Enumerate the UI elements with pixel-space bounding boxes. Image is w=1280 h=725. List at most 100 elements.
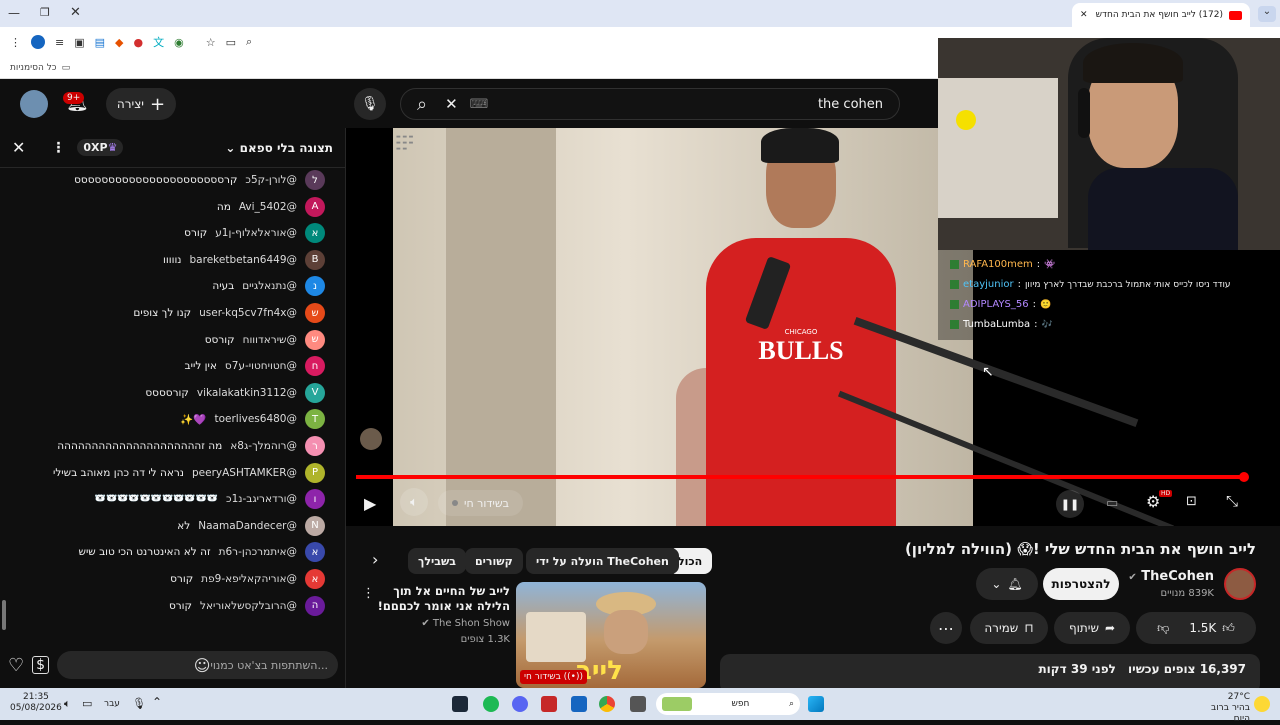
taskbar-search[interactable]: ⌕ חפש xyxy=(656,693,800,715)
chat-author[interactable]: @NaamaDandecer xyxy=(198,520,297,532)
share-button[interactable]: שיתוף ➦ xyxy=(1054,612,1130,644)
chat-message[interactable]: נ @נתנאלגיים בעיה xyxy=(212,276,325,297)
chat-message[interactable]: P @peeryASHTAMKER נראה לי דה כהן מאוהב בשי… xyxy=(53,462,325,483)
live-indicator[interactable]: בשידור חי xyxy=(438,490,523,516)
cast-icon[interactable]: ▭ xyxy=(226,36,236,49)
chat-author[interactable]: @הרובלקסשלאוריאל xyxy=(200,600,297,612)
zoom-icon[interactable]: ⌕ xyxy=(246,35,252,49)
dislike-icon[interactable]: 👎︎ xyxy=(1157,621,1169,636)
chat-author[interactable]: @נתנאלגיים xyxy=(242,280,297,292)
voice-search-button[interactable]: 🎙︎ xyxy=(354,88,386,120)
save-button[interactable]: שמירה ⊓ xyxy=(970,612,1048,644)
windows-start-icon[interactable] xyxy=(808,696,824,712)
minimize-icon[interactable]: — xyxy=(8,6,20,20)
weather-widget[interactable]: 27°C בהיר ברוב היום xyxy=(1194,692,1250,725)
translate-icon[interactable]: 文 xyxy=(153,34,164,50)
chat-avatar[interactable]: א xyxy=(305,569,325,589)
close-chat-icon[interactable]: ✕ xyxy=(12,138,25,157)
play-icon[interactable]: ▶ xyxy=(364,494,376,513)
chat-avatar[interactable]: ש xyxy=(305,303,325,323)
volume-icon[interactable]: 🔈︎ xyxy=(400,488,428,516)
more-actions-icon[interactable]: ⋯ xyxy=(930,612,962,644)
chat-message[interactable]: ש @user-kq5cv7fn4x קנו לך צופים xyxy=(133,303,325,323)
chevron-right-icon[interactable]: › xyxy=(372,550,378,569)
notification-bell-button[interactable]: ⌄ 🔔︎ xyxy=(976,568,1038,600)
chat-avatar[interactable]: ל xyxy=(305,170,325,190)
create-button[interactable]: יצירה + xyxy=(106,88,176,120)
screenshot-icon[interactable]: ▤ xyxy=(95,36,105,49)
chat-author[interactable]: @toerlives6480 xyxy=(214,413,297,425)
extension-4-icon[interactable]: ◉ xyxy=(174,36,184,49)
chat-avatar[interactable]: V xyxy=(305,382,325,403)
app-icon[interactable] xyxy=(541,696,557,712)
active-tab[interactable]: (172) לייב חושף את הבית החדש ✕ xyxy=(1072,3,1250,27)
chat-author[interactable]: @איתמרכהן-ר6ת xyxy=(219,546,297,558)
chat-avatar[interactable]: A xyxy=(305,196,325,217)
chat-message[interactable]: A @Avi_5402 מה xyxy=(217,196,325,217)
like-icon[interactable]: 👍︎ xyxy=(1222,621,1235,636)
chat-avatar[interactable]: נ xyxy=(305,276,325,297)
heart-icon[interactable]: ♡ xyxy=(8,655,24,676)
chat-message[interactable]: ל @לורן-ק5כ קרסססססססססססססססססססססס xyxy=(74,170,325,190)
spotify-icon[interactable] xyxy=(483,696,499,712)
channel-name-row[interactable]: TheCohen ✔ xyxy=(1128,569,1214,584)
channel-avatar[interactable] xyxy=(1224,568,1256,600)
chat-avatar[interactable]: ש xyxy=(305,329,325,350)
chat-author[interactable]: @ורדאריגב-נ1כ xyxy=(226,493,297,505)
chat-author[interactable]: @חטויחטוי-ע7ס xyxy=(225,360,297,372)
subtitles-icon[interactable]: ▭ xyxy=(1106,496,1118,511)
chip-uploaded-by[interactable]: הועלה על ידי TheCohen xyxy=(526,548,679,574)
task-view-icon[interactable] xyxy=(630,696,646,712)
chat-avatar[interactable]: א xyxy=(305,542,325,563)
chat-message[interactable]: א @אוראלאלוף-ן1ע קורס xyxy=(184,223,325,244)
extension-3-icon[interactable]: ● xyxy=(134,36,144,49)
chat-message[interactable]: א @אוריהקאליפא-9פת קורס xyxy=(170,569,325,589)
chat-message[interactable]: B @bareketbetan6449 נווווו xyxy=(163,249,325,270)
chat-author[interactable]: @אוראלאלוף-ן1ע xyxy=(215,227,297,239)
progress-handle[interactable] xyxy=(1239,472,1249,482)
menu-dots-icon[interactable]: ⋮ xyxy=(10,36,21,49)
chat-scrollbar[interactable] xyxy=(2,170,8,640)
chat-author[interactable]: @רוהמלך-ג8א xyxy=(230,440,297,452)
chat-avatar[interactable]: P xyxy=(305,462,325,483)
mic-icon[interactable]: 🎙︎ xyxy=(132,697,146,710)
pause-icon[interactable]: ❚❚ xyxy=(1056,490,1084,518)
discord-icon[interactable] xyxy=(512,696,528,712)
notepad-icon[interactable] xyxy=(571,696,587,712)
chat-author[interactable]: @לורן-ק5כ xyxy=(245,174,297,186)
theater-mode-icon[interactable]: ⊡ xyxy=(1186,494,1197,509)
xp-badge[interactable]: 0XP♛ xyxy=(77,139,124,156)
chat-mode-dropdown[interactable]: ⌄ תצוגה בלי ספאם xyxy=(225,141,333,155)
close-window-icon[interactable]: ✕ xyxy=(70,5,81,20)
network-icon[interactable]: ▭ xyxy=(82,697,92,710)
chat-author[interactable]: @Avi_5402 xyxy=(239,201,297,213)
bookmark-star-icon[interactable]: ☆ xyxy=(206,36,216,49)
chat-author[interactable]: @אוריהקאליפא-9פת xyxy=(201,573,297,585)
chat-menu-icon[interactable]: ⋮ xyxy=(51,140,65,156)
subscribe-button[interactable]: להצטרפות xyxy=(1043,568,1119,600)
keyboard-icon[interactable]: ⌨ xyxy=(470,97,489,112)
speaker-icon[interactable]: 🔈︎ xyxy=(64,697,71,711)
chrome-icon[interactable] xyxy=(599,696,615,712)
chat-author[interactable]: @peeryASHTAMKER xyxy=(192,467,297,479)
chat-message[interactable]: T @toerlives6480 💜✨ xyxy=(180,409,325,430)
emoji-icon[interactable]: ☺ xyxy=(194,656,211,675)
chat-message[interactable]: א @איתמרכהן-ר6ת זה לא האינטרנט הכי טוב שיש xyxy=(79,542,325,563)
extension-icon[interactable]: ≡ xyxy=(55,36,64,49)
tab-search-icon[interactable]: ⌄ xyxy=(1258,6,1276,22)
chat-author[interactable]: @vikalakatkin3112 xyxy=(197,387,297,399)
chat-avatar[interactable]: ה xyxy=(305,595,325,616)
chat-message[interactable]: ח @חטויחטוי-ע7ס אין לייב xyxy=(185,356,325,377)
puzzle-icon[interactable]: ▣ xyxy=(74,36,84,49)
restore-icon[interactable]: ❐ xyxy=(40,6,50,19)
chat-avatar[interactable]: א xyxy=(305,223,325,244)
chat-avatar[interactable]: ח xyxy=(305,356,325,377)
steam-icon[interactable] xyxy=(452,696,468,712)
chip-for-you[interactable]: בשבילך xyxy=(408,548,467,574)
chat-avatar[interactable]: ר xyxy=(305,436,325,456)
related-title[interactable]: לייב של החיים אל תוך הלילה אני אומר לכםם… xyxy=(374,584,510,614)
super-chat-icon[interactable]: $ xyxy=(32,656,50,674)
chat-message[interactable]: ה @הרובלקסשלאוריאל קורס xyxy=(169,595,325,616)
close-tab-icon[interactable]: ✕ xyxy=(1080,10,1088,20)
chat-message[interactable]: ו @ורדאריגב-נ1כ 🐻‍❄️🐻‍❄️🐻‍❄️🐻‍❄️🐻‍❄️🐻‍❄️🐻‍… xyxy=(0,489,325,510)
